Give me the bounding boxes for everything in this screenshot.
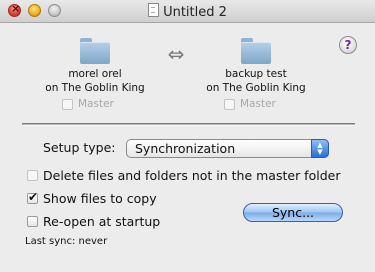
last-sync-status: Last sync: never (25, 236, 108, 247)
setup-type-label: Setup type: (43, 140, 116, 155)
show-files-label: Show files to copy (43, 191, 157, 206)
source-folder-icon[interactable] (80, 38, 110, 64)
source-folder-host: on The Goblin King (45, 82, 145, 94)
show-files-checkbox[interactable] (27, 190, 38, 204)
delete-files-checkbox[interactable] (27, 170, 38, 181)
target-master-label: Master (240, 98, 276, 110)
app-window: Untitled 2 morel orel on The Goblin King… (0, 0, 375, 272)
document-icon (148, 3, 160, 17)
window-title-text: Untitled 2 (163, 5, 227, 20)
swap-arrows-icon[interactable]: ⇔ (163, 44, 189, 64)
source-folder-label: morel orel on The Goblin King (45, 67, 145, 95)
target-folder-host: on The Goblin King (206, 82, 306, 94)
window-title: Untitled 2 (0, 3, 375, 20)
source-master-checkbox[interactable] (62, 99, 73, 110)
setup-type-value: Synchronization (135, 141, 236, 156)
target-folder-icon[interactable] (241, 38, 271, 64)
popup-arrows-icon: ▲ ▼ (311, 139, 329, 158)
reopen-startup-label: Re-open at startup (43, 214, 161, 229)
source-master-label: Master (78, 98, 114, 110)
sync-button[interactable]: Sync... (243, 203, 343, 222)
delete-files-label: Delete files and folders not in the mast… (43, 168, 341, 183)
section-divider (22, 123, 355, 126)
target-folder-name: backup test (225, 68, 287, 80)
setup-type-popup[interactable]: Synchronization ▲ ▼ (126, 139, 329, 158)
target-folder-label: backup test on The Goblin King (206, 67, 306, 95)
source-folder-name: morel orel (68, 68, 122, 80)
title-bar[interactable]: Untitled 2 (0, 0, 375, 23)
target-master-checkbox[interactable] (224, 99, 235, 110)
reopen-startup-checkbox[interactable] (27, 216, 38, 227)
help-button[interactable]: ? (339, 36, 357, 54)
